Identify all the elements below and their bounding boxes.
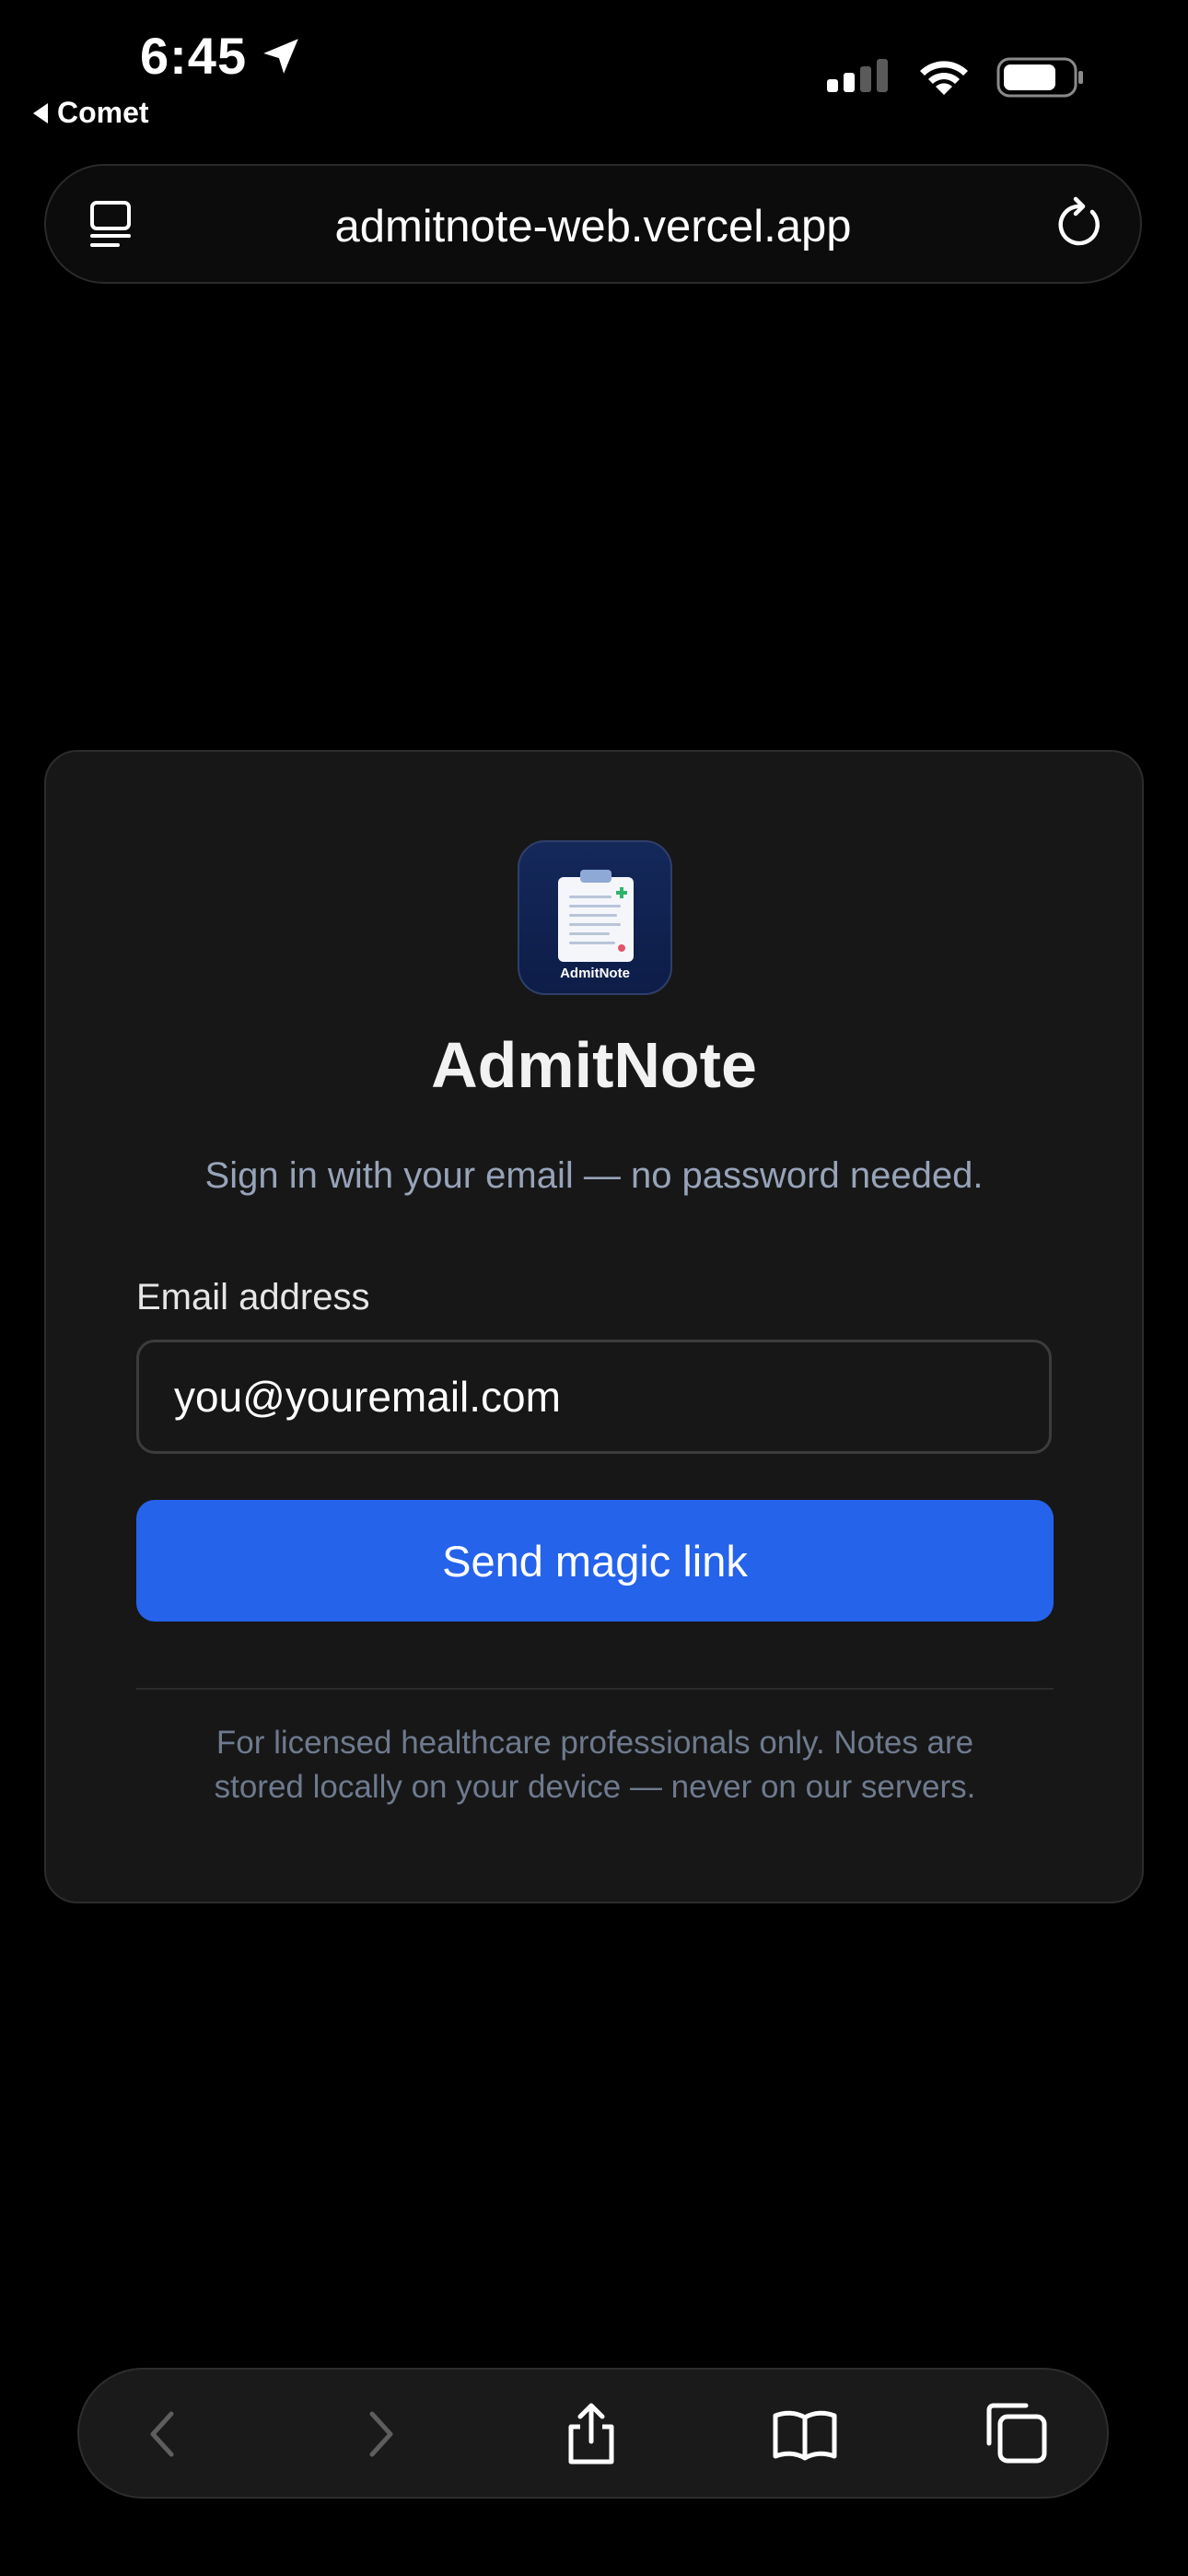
medical-cross-icon	[616, 887, 627, 898]
tabs-button[interactable]	[984, 2401, 1050, 2467]
share-button[interactable]	[558, 2401, 624, 2467]
back-to-app-button[interactable]: Comet	[33, 96, 149, 130]
note-line	[569, 923, 621, 926]
tabs-icon	[986, 2403, 1047, 2464]
browser-toolbar	[77, 2368, 1109, 2499]
battery-icon	[996, 57, 1083, 98]
back-triangle-icon	[33, 102, 48, 123]
divider	[136, 1688, 1054, 1690]
forward-button[interactable]	[346, 2401, 413, 2467]
note-line	[569, 942, 615, 944]
time-text: 6:45	[140, 27, 248, 85]
reload-icon[interactable]	[1052, 195, 1107, 251]
share-icon	[568, 2403, 614, 2465]
url-text[interactable]: admitnote-web.vercel.app	[46, 201, 1140, 252]
forward-icon	[369, 2411, 393, 2457]
logo-text: AdmitNote	[560, 966, 630, 981]
email-label: Email address	[136, 1277, 370, 1317]
disclaimer-text: For licensed healthcare professionals on…	[136, 1721, 1054, 1809]
bookmarks-icon	[773, 2410, 837, 2461]
note-line	[569, 896, 611, 898]
signal-icon	[827, 59, 888, 92]
back-button[interactable]	[131, 2401, 197, 2467]
back-app-label: Comet	[57, 96, 149, 129]
send-magic-link-button[interactable]: Send magic link	[136, 1500, 1054, 1622]
status-time: 6:45	[140, 26, 304, 86]
bookmarks-button[interactable]	[772, 2401, 838, 2467]
disclaimer-line: For licensed healthcare professionals on…	[215, 1725, 974, 1761]
back-icon	[150, 2411, 174, 2457]
email-field[interactable]	[136, 1340, 1052, 1454]
note-line	[569, 914, 617, 917]
heart-icon	[618, 944, 625, 952]
status-icons	[827, 57, 1085, 98]
location-arrow-icon	[263, 38, 298, 74]
wifi-icon	[920, 61, 968, 95]
page-title: AdmitNote	[431, 1029, 757, 1101]
app-logo: AdmitNote	[518, 840, 672, 995]
disclaimer-line: stored locally on your device — never on…	[214, 1769, 976, 1805]
clipboard-clip	[580, 870, 611, 883]
sign-in-card: AdmitNote AdmitNote Sign in with your em…	[44, 750, 1144, 1903]
note-line	[569, 905, 621, 907]
page-subtitle: Sign in with your email — no password ne…	[204, 1155, 984, 1196]
address-bar[interactable]: admitnote-web.vercel.app	[44, 164, 1142, 284]
note-line	[569, 932, 610, 935]
